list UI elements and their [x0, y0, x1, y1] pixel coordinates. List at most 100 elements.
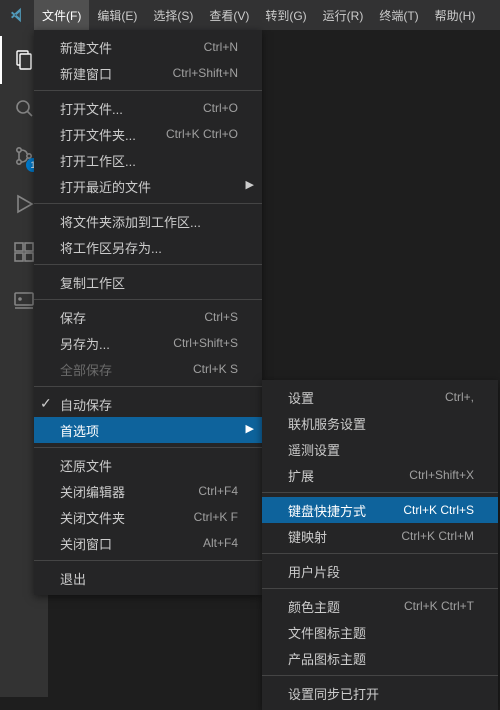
file-menu-item-18[interactable]: 首选项 ▶ [34, 417, 262, 443]
menubar-item-2[interactable]: 选择(S) [145, 0, 201, 30]
menu-shortcut: Ctrl+K Ctrl+S [403, 503, 474, 517]
file-menu-item-14[interactable]: 另存为... Ctrl+Shift+S [34, 330, 262, 356]
menu-label: 关闭文件夹 [60, 508, 174, 527]
pref-menu-separator [262, 675, 498, 676]
file-menu-item-1[interactable]: 新建窗口 Ctrl+Shift+N [34, 60, 262, 86]
file-menu-item-3[interactable]: 打开文件... Ctrl+O [34, 95, 262, 121]
menu-shortcut: Ctrl+Shift+N [173, 66, 238, 80]
menu-label: 文件图标主题 [288, 623, 474, 642]
file-menu-separator [34, 560, 262, 561]
pref-menu-item-1[interactable]: 联机服务设置 [262, 410, 498, 436]
pref-menu-separator [262, 553, 498, 554]
menu-label: 另存为... [60, 334, 153, 353]
menu-label: 产品图标主题 [288, 649, 474, 668]
file-menu-item-5[interactable]: 打开工作区... [34, 147, 262, 173]
pref-menu-item-2[interactable]: 遥测设置 [262, 436, 498, 462]
file-menu-item-6[interactable]: 打开最近的文件 ▶ [34, 173, 262, 199]
menu-label: 还原文件 [60, 456, 238, 475]
submenu-arrow-icon: ▶ [246, 424, 254, 435]
pref-menu-item-8[interactable]: 用户片段 [262, 558, 498, 584]
menu-shortcut: Ctrl+O [203, 101, 238, 115]
pref-menu-item-5[interactable]: 键盘快捷方式 Ctrl+K Ctrl+S [262, 497, 498, 523]
file-menu-item-23[interactable]: 关闭窗口 Alt+F4 [34, 530, 262, 556]
menubar-item-3[interactable]: 查看(V) [201, 0, 257, 30]
menubar-item-1[interactable]: 编辑(E) [89, 0, 145, 30]
file-menu-item-17[interactable]: ✓ 自动保存 [34, 391, 262, 417]
file-menu: 新建文件Ctrl+N新建窗口Ctrl+Shift+N打开文件...Ctrl+O打… [34, 30, 262, 595]
menu-label: 扩展 [288, 466, 389, 485]
menu-shortcut: Ctrl+K Ctrl+O [166, 127, 238, 141]
file-menu-separator [34, 90, 262, 91]
menu-label: 打开文件... [60, 99, 183, 118]
file-menu-item-13[interactable]: 保存 Ctrl+S [34, 304, 262, 330]
menu-shortcut: Ctrl+K Ctrl+T [404, 599, 474, 613]
menubar-item-5[interactable]: 运行(R) [315, 0, 372, 30]
file-menu-item-25[interactable]: 退出 [34, 565, 262, 591]
pref-menu-item-12[interactable]: 产品图标主题 [262, 645, 498, 671]
menu-label: 联机服务设置 [288, 414, 474, 433]
file-menu-item-4[interactable]: 打开文件夹... Ctrl+K Ctrl+O [34, 121, 262, 147]
menu-label: 设置 [288, 388, 425, 407]
menu-label: 用户片段 [288, 562, 474, 581]
pref-menu-item-0[interactable]: 设置 Ctrl+, [262, 384, 498, 410]
menu-label: 设置同步已打开 [288, 684, 474, 703]
menubar-item-4[interactable]: 转到(G) [257, 0, 314, 30]
menu-label: 关闭窗口 [60, 534, 183, 553]
menu-shortcut: Ctrl+, [445, 390, 474, 404]
menu-label: 退出 [60, 569, 238, 588]
pref-menu-item-11[interactable]: 文件图标主题 [262, 619, 498, 645]
menu-shortcut: Ctrl+N [204, 40, 238, 54]
file-menu-separator [34, 203, 262, 204]
menu-shortcut: Ctrl+F4 [198, 484, 238, 498]
menu-label: 关闭编辑器 [60, 482, 178, 501]
menu-shortcut: Alt+F4 [203, 536, 238, 550]
titlebar: 文件(F)编辑(E)选择(S)查看(V)转到(G)运行(R)终端(T)帮助(H) [0, 0, 500, 30]
menu-label: 键映射 [288, 527, 381, 546]
file-menu-item-21[interactable]: 关闭编辑器 Ctrl+F4 [34, 478, 262, 504]
pref-menu-separator [262, 588, 498, 589]
menubar-item-0[interactable]: 文件(F) [34, 0, 89, 30]
file-menu-separator [34, 447, 262, 448]
menu-label: 新建文件 [60, 38, 184, 57]
app-icon [0, 0, 34, 30]
file-menu-separator [34, 386, 262, 387]
file-menu-item-8[interactable]: 将文件夹添加到工作区... [34, 208, 262, 234]
file-menu-item-11[interactable]: 复制工作区 [34, 269, 262, 295]
menu-label: 全部保存 [60, 360, 173, 379]
menu-label: 自动保存 [60, 395, 238, 414]
menu-label: 将文件夹添加到工作区... [60, 212, 238, 231]
file-menu-item-0[interactable]: 新建文件 Ctrl+N [34, 34, 262, 60]
menu-shortcut: Ctrl+S [204, 310, 238, 324]
pref-menu-item-3[interactable]: 扩展Ctrl+Shift+X [262, 462, 498, 488]
menu-shortcut: Ctrl+K Ctrl+M [401, 529, 474, 543]
menu-label: 复制工作区 [60, 273, 238, 292]
menu-shortcut: Ctrl+K F [194, 510, 238, 524]
file-menu-item-20[interactable]: 还原文件 [34, 452, 262, 478]
menu-label: 键盘快捷方式 [288, 501, 383, 520]
file-menu-item-9[interactable]: 将工作区另存为... [34, 234, 262, 260]
menu-shortcut: Ctrl+K S [193, 362, 238, 376]
file-menu-separator [34, 299, 262, 300]
pref-menu-item-14[interactable]: 设置同步已打开 [262, 680, 498, 706]
pref-menu-item-10[interactable]: 颜色主题 Ctrl+K Ctrl+T [262, 593, 498, 619]
menu-label: 打开最近的文件 [60, 177, 238, 196]
menu-label: 颜色主题 [288, 597, 384, 616]
menu-label: 打开工作区... [60, 151, 238, 170]
menubar-item-7[interactable]: 帮助(H) [427, 0, 484, 30]
preferences-submenu: 设置 Ctrl+, 联机服务设置遥测设置扩展Ctrl+Shift+X 键盘快捷方式 Ct… [262, 380, 498, 710]
menu-shortcut: Ctrl+Shift+S [173, 336, 238, 350]
file-menu-item-22[interactable]: 关闭文件夹 Ctrl+K F [34, 504, 262, 530]
pref-menu-item-6[interactable]: 键映射 Ctrl+K Ctrl+M [262, 523, 498, 549]
submenu-arrow-icon: ▶ [246, 180, 254, 191]
check-icon: ✓ [40, 395, 52, 412]
pref-menu-separator [262, 492, 498, 493]
menu-label: 将工作区另存为... [60, 238, 238, 257]
menu-label: 首选项 [60, 421, 238, 440]
menu-label: 新建窗口 [60, 64, 153, 83]
file-menu-item-15: 全部保存 Ctrl+K S [34, 356, 262, 382]
menubar-item-6[interactable]: 终端(T) [371, 0, 426, 30]
menubar: 文件(F)编辑(E)选择(S)查看(V)转到(G)运行(R)终端(T)帮助(H) [34, 0, 483, 30]
menu-label: 保存 [60, 308, 184, 327]
menu-label: 打开文件夹... [60, 125, 146, 144]
menu-label: 遥测设置 [288, 440, 474, 459]
